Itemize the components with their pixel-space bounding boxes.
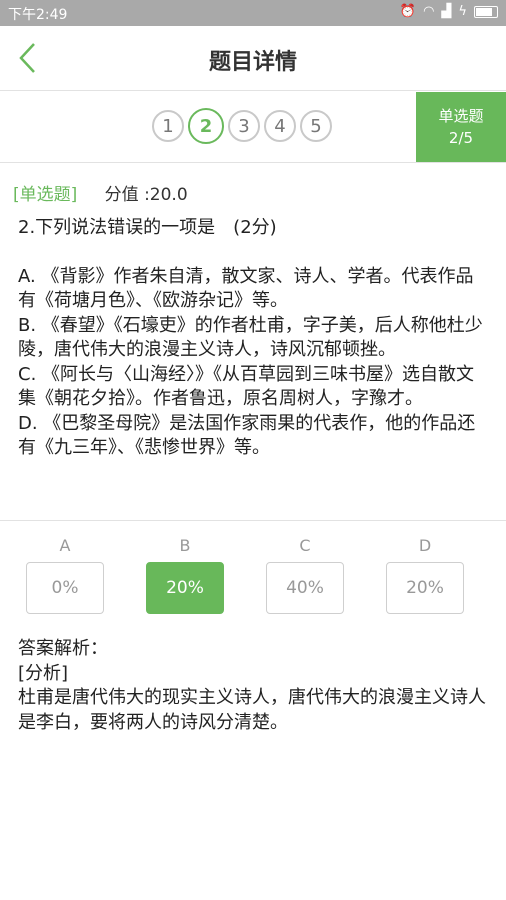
nav-divider: [0, 162, 506, 163]
signal-icon: ▟: [441, 4, 452, 19]
question-type-tag: [单选题]: [13, 185, 78, 205]
question-score: 分值 :20.0: [104, 185, 188, 205]
question-number-1[interactable]: 1: [152, 110, 184, 142]
wifi-icon: ◠: [423, 4, 435, 19]
stat-percent: 20%: [146, 562, 224, 614]
header-divider: [0, 90, 506, 91]
status-time: 下午2:49: [8, 7, 68, 23]
app-header: 题目详情: [0, 26, 506, 90]
question-type-label: 单选题: [438, 107, 484, 125]
stat-d: D 20%: [386, 536, 464, 614]
question-progress: 2/5: [448, 129, 474, 147]
stat-a: A 0%: [26, 536, 104, 614]
question-number-2[interactable]: 2: [188, 108, 224, 144]
question-meta: [单选题] 分值 :20.0: [13, 180, 188, 205]
question-number-list: 12345: [152, 108, 332, 144]
question-number-5[interactable]: 5: [300, 110, 332, 142]
option-d: D. 《巴黎圣母院》是法国作家雨果的代表作，他的作品还有《九三年》、《悲惨世界》…: [18, 412, 476, 459]
question-body: 2.下列说法错误的一项是 (2分) A. 《背影》作者朱自清，散文家、诗人、学者…: [18, 216, 488, 461]
stats-divider: [0, 520, 506, 521]
analysis-tag: [分析]: [18, 662, 69, 684]
question-type-box: 单选题 2/5: [416, 92, 506, 162]
alarm-icon: ⏰: [399, 4, 417, 19]
option-c: C. 《阿长与〈山海经〉》《从百草园到三味书屋》选自散文集《朝花夕拾》。作者鲁迅…: [18, 363, 475, 410]
question-number-3[interactable]: 3: [228, 110, 260, 142]
stat-percent: 0%: [26, 562, 104, 614]
analysis-text: 杜甫是唐代伟大的现实主义诗人，唐代伟大的浪漫主义诗人是李白，要将两人的诗风分清楚…: [18, 687, 486, 733]
stat-letter: D: [418, 536, 432, 555]
analysis-title: 答案解析：: [18, 638, 108, 659]
answer-stats: A 0% B 20% C 40% D 20%: [0, 536, 506, 616]
stat-percent: 20%: [386, 562, 464, 614]
stat-letter: A: [59, 536, 71, 555]
charging-icon: ϟ: [458, 4, 467, 19]
stat-b: B 20%: [146, 536, 224, 614]
stat-letter: C: [299, 536, 311, 555]
stat-letter: B: [179, 536, 191, 555]
stat-c: C 40%: [266, 536, 344, 614]
battery-icon: [474, 5, 498, 18]
stat-percent: 40%: [266, 562, 344, 614]
question-number-4[interactable]: 4: [264, 110, 296, 142]
option-a: A. 《背影》作者朱自清，散文家、诗人、学者。代表作品有《荷塘月色》、《欧游杂记…: [18, 265, 474, 312]
answer-analysis: 答案解析： [分析] 杜甫是唐代伟大的现实主义诗人，唐代伟大的浪漫主义诗人是李白…: [18, 637, 488, 735]
status-bar: 下午2:49 ⏰ ◠ ▟ ϟ: [0, 0, 506, 26]
option-b: B. 《春望》《石壕吏》的作者杜甫，字子美，后人称他杜少陵，唐代伟大的浪漫主义诗…: [18, 314, 483, 361]
status-icons: ⏰ ◠ ▟ ϟ: [400, 4, 498, 19]
question-navigator: 12345 单选题 2/5: [0, 92, 506, 162]
question-stem: 2.下列说法错误的一项是 (2分): [18, 217, 277, 238]
page-title: 题目详情: [208, 50, 297, 75]
